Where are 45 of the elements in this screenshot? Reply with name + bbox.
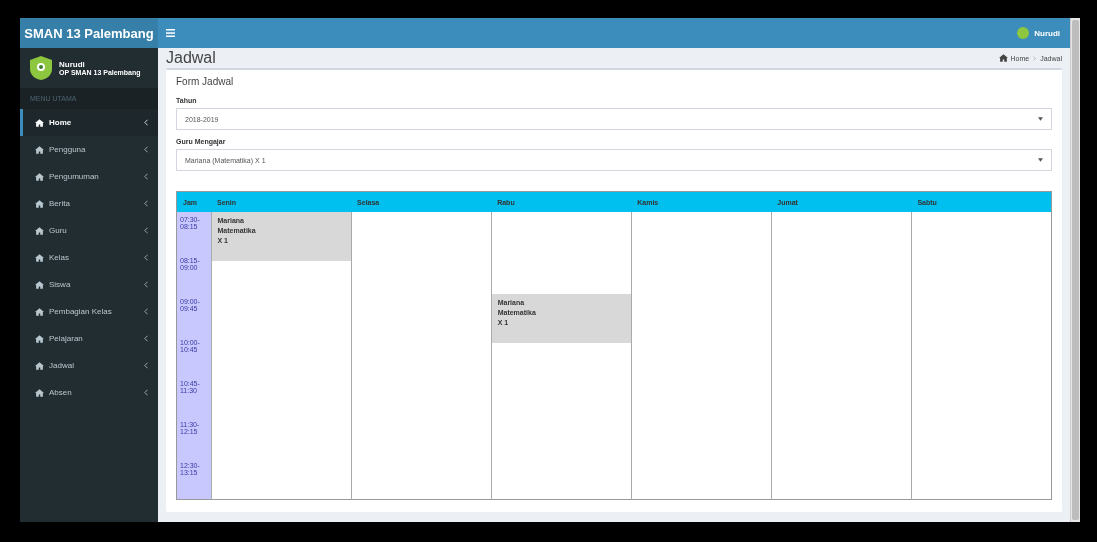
menu-item[interactable]: Pengguna (20, 136, 158, 163)
home-icon (35, 280, 44, 289)
user-name: Nurudi (59, 60, 86, 69)
home-icon (35, 388, 44, 397)
menu-item[interactable]: Pembagian Kelas (20, 298, 158, 325)
home-icon (35, 172, 44, 181)
home-icon (35, 226, 44, 235)
avatar-icon (30, 56, 52, 80)
home-icon (35, 199, 44, 208)
home-icon (35, 307, 44, 316)
home-icon (35, 334, 44, 343)
chevron-icon (144, 362, 148, 369)
chevron-icon (144, 335, 148, 342)
user-menu[interactable]: Nurudi (1017, 27, 1060, 39)
chevron-icon (144, 254, 148, 261)
menu-item[interactable]: Jadwal (20, 352, 158, 379)
brand-logo[interactable]: SMAN 13 Palembang (20, 18, 158, 48)
caret-icon (1038, 117, 1043, 121)
caret-icon (1038, 158, 1043, 162)
home-icon (998, 54, 1008, 62)
menu-item[interactable]: Kelas (20, 244, 158, 271)
menu-item[interactable]: Absen (20, 379, 158, 406)
menu-item[interactable]: Guru (20, 217, 158, 244)
menu-item[interactable]: Siswa (20, 271, 158, 298)
menu-item[interactable]: Pelajaran (20, 325, 158, 352)
chevron-icon (144, 227, 148, 234)
chevron-icon (144, 200, 148, 207)
card-title: Form Jadwal (176, 76, 235, 87)
menu-item[interactable]: Berita (20, 190, 158, 217)
home-icon (35, 145, 44, 154)
chevron-icon (144, 146, 148, 153)
home-icon (35, 253, 44, 262)
separator-icon (1033, 55, 1037, 61)
menu-item[interactable]: Pengumuman (20, 163, 158, 190)
chevron-icon (144, 389, 148, 396)
chevron-icon (144, 308, 148, 315)
home-icon (35, 361, 44, 370)
chevron-icon (144, 281, 148, 288)
scrollbar[interactable] (1070, 18, 1080, 522)
chevron-icon (144, 173, 148, 180)
page-title: Jadwal (166, 49, 217, 67)
avatar-icon (1017, 27, 1030, 39)
chevron-icon (144, 119, 148, 126)
home-icon (35, 118, 44, 127)
menu-item[interactable]: Home (20, 109, 158, 136)
